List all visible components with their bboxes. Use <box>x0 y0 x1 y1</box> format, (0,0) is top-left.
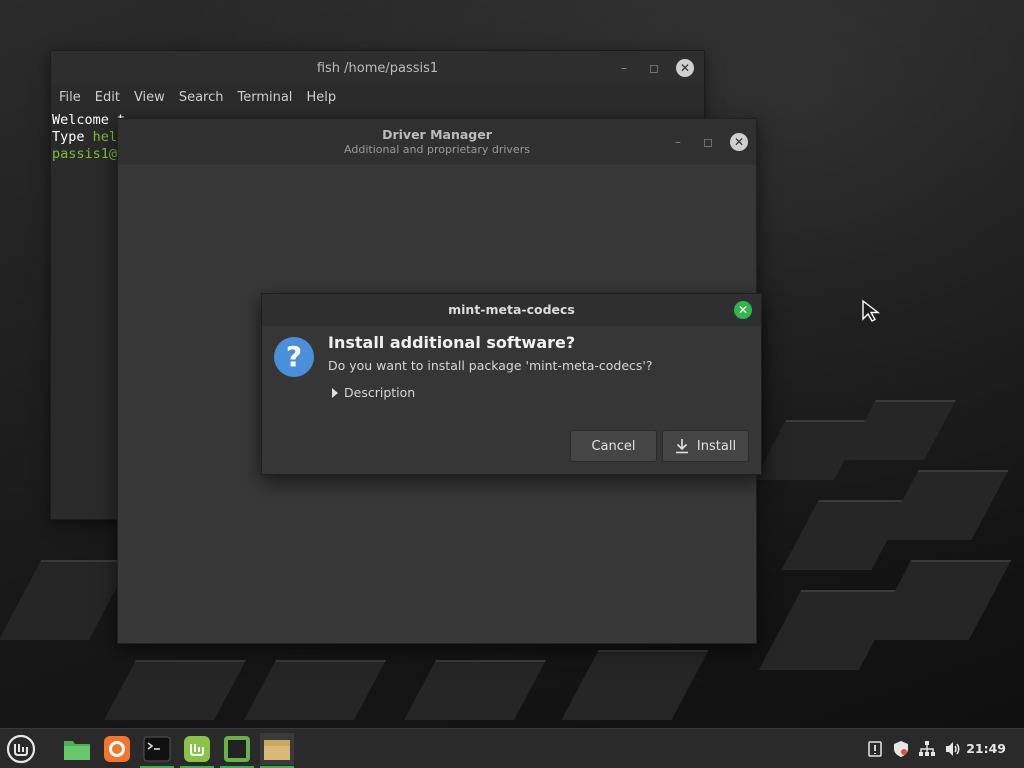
window-icon <box>224 736 250 762</box>
system-monitor-taskbar-button[interactable] <box>220 733 254 768</box>
files-launcher[interactable] <box>60 733 94 765</box>
cancel-label: Cancel <box>591 438 636 454</box>
description-expander[interactable]: Description <box>332 385 415 400</box>
folder-icon <box>64 741 90 760</box>
package-dialog-taskbar-button[interactable] <box>260 733 294 768</box>
terminal-menubar: File Edit View Search Terminal Help <box>51 85 704 109</box>
question-icon: ? <box>274 337 314 377</box>
menu-terminal[interactable]: Terminal <box>237 90 300 105</box>
system-tray <box>866 729 962 768</box>
install-label: Install <box>696 438 737 454</box>
install-dialog[interactable]: mint-meta-codecs ✕ ? Install additional … <box>261 293 762 475</box>
maximize-icon[interactable]: ◻ <box>646 60 662 76</box>
install-button[interactable]: Install <box>662 430 749 462</box>
menu-file[interactable]: File <box>59 90 89 105</box>
mint-logo-icon <box>184 736 210 762</box>
firefox-launcher[interactable] <box>100 733 134 765</box>
expander-label: Description <box>344 385 416 400</box>
download-icon <box>675 439 688 454</box>
driver-manager-subtitle: Additional and proprietary drivers <box>344 143 530 156</box>
terminal-title: fish /home/passis1 <box>316 60 439 76</box>
menu-help[interactable]: Help <box>306 90 344 105</box>
update-manager-icon[interactable] <box>866 740 884 758</box>
minimize-icon[interactable]: – <box>670 134 686 150</box>
close-icon[interactable]: ✕ <box>676 59 694 77</box>
firefox-icon <box>104 736 130 762</box>
driver-manager-taskbar-button[interactable] <box>180 733 214 768</box>
shield-icon[interactable] <box>892 740 910 758</box>
terminal-icon <box>143 736 171 762</box>
network-icon[interactable] <box>918 740 936 758</box>
close-icon[interactable]: ✕ <box>734 301 752 319</box>
dialog-heading: Install additional software? <box>328 333 576 352</box>
terminal-taskbar-button[interactable] <box>140 733 174 768</box>
taskbar: 21:49 <box>0 728 1024 768</box>
minimize-icon[interactable]: – <box>616 60 632 76</box>
close-icon[interactable]: ✕ <box>730 133 748 151</box>
menu-view[interactable]: View <box>134 90 173 105</box>
dialog-message: Do you want to install package 'mint-met… <box>328 358 653 373</box>
dialog-title: mint-meta-codecs <box>448 302 575 317</box>
cancel-button[interactable]: Cancel <box>570 430 657 462</box>
menu-search[interactable]: Search <box>179 90 232 105</box>
driver-manager-title: Driver Manager <box>382 127 492 142</box>
dialog-titlebar[interactable]: mint-meta-codecs ✕ <box>262 294 761 326</box>
terminal-text: Type <box>52 129 93 145</box>
maximize-icon[interactable]: ◻ <box>700 134 716 150</box>
mint-logo-icon <box>6 734 36 764</box>
mint-menu-button[interactable] <box>4 733 38 765</box>
package-icon <box>264 740 290 760</box>
terminal-titlebar[interactable]: fish /home/passis1 – ◻ ✕ <box>51 51 704 85</box>
menu-edit[interactable]: Edit <box>95 90 128 105</box>
driver-manager-titlebar[interactable]: Driver Manager Additional and proprietar… <box>118 119 756 165</box>
triangle-right-icon <box>332 387 338 398</box>
mouse-cursor-icon <box>862 299 881 322</box>
terminal-highlight: hel <box>92 129 118 145</box>
volume-icon[interactable] <box>944 740 962 758</box>
clock[interactable]: 21:49 <box>966 729 1006 768</box>
